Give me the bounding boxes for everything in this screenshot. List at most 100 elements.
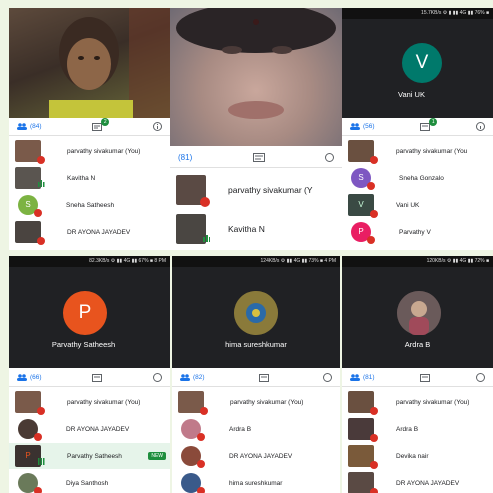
participant-name: DR AYONA JAYADEV: [396, 479, 460, 487]
tab-people[interactable]: (81): [350, 374, 375, 381]
tab-chat[interactable]: [420, 373, 431, 382]
tab-chat[interactable]: [258, 373, 269, 382]
audio-bars-icon: [38, 180, 45, 187]
list-item[interactable]: DR AYONA JAYADEV: [9, 416, 170, 442]
list-item[interactable]: V Vani UK: [342, 192, 493, 218]
list-item[interactable]: parvathy sivakumar (You): [9, 389, 170, 415]
list-item[interactable]: Ardra B: [172, 416, 340, 442]
people-icon: [350, 374, 360, 381]
tab-chat[interactable]: 2: [92, 117, 110, 131]
chat-badge: 2: [101, 117, 110, 126]
tab-chat[interactable]: [92, 373, 103, 382]
participant-video[interactable]: [9, 8, 170, 118]
people-icon: [180, 374, 190, 381]
avatar: P: [63, 291, 107, 335]
list-item[interactable]: Ardra B: [342, 416, 493, 442]
chat-icon: [92, 373, 103, 382]
list-item[interactable]: S Sneha Gonzalo: [342, 165, 493, 191]
mic-off-icon: [200, 197, 210, 207]
tab-info[interactable]: [153, 373, 162, 382]
participant-video[interactable]: 120KB/s ⚙ ▮▮ 4G ▮▮ 72% ■ Ardra B: [342, 256, 493, 368]
audio-bars-icon: [203, 235, 210, 242]
list-item[interactable]: parvathy sivakumar (You): [172, 389, 340, 415]
chat-icon: [420, 373, 431, 382]
avatar: [181, 473, 205, 493]
list-item[interactable]: Devika nair: [342, 443, 493, 469]
participant-name: Kavitha N: [228, 224, 265, 234]
list-item[interactable]: DR AYONA JAYADEV: [172, 443, 340, 469]
people-icon: [17, 374, 27, 381]
avatar: P: [351, 222, 375, 244]
mic-off-icon: [200, 407, 208, 415]
participant-video[interactable]: 124KB/s ⚙ ▮▮ 4G ▮▮ 73% ■ 4 PM hima sures…: [172, 256, 340, 368]
tab-info[interactable]: [153, 122, 162, 131]
avatar: [348, 140, 378, 164]
participant-video[interactable]: [170, 8, 342, 146]
tab-chat[interactable]: [252, 153, 265, 162]
mic-off-icon: [370, 407, 378, 415]
video-participant-name: hima sureshkumar: [225, 340, 287, 349]
tab-people[interactable]: (81): [178, 153, 192, 162]
avatar: V: [348, 194, 378, 218]
avatar: [348, 418, 378, 442]
list-item[interactable]: hima sureshkumar: [172, 470, 340, 493]
participant-name: Parvathy V: [399, 228, 431, 236]
tab-info[interactable]: [323, 373, 332, 382]
tab-chat[interactable]: 1: [420, 117, 438, 131]
list-item[interactable]: P Parvathy Satheesh NEW: [9, 443, 170, 469]
phone-status-bar: 124KB/s ⚙ ▮▮ 4G ▮▮ 73% ■ 4 PM: [172, 256, 340, 267]
tab-info[interactable]: [324, 153, 334, 162]
tab-info[interactable]: [476, 373, 485, 382]
profile-image: [397, 291, 441, 335]
phone-status-bar: 15.7KB/s ⚙ ▮ ▮▮ 4G ▮▮ 76% ■: [342, 8, 493, 19]
list-item[interactable]: S Sneha Satheesh: [9, 192, 170, 218]
mic-off-icon: [370, 488, 378, 493]
participant-name: Vani UK: [396, 201, 420, 209]
participant-name: parvathy sivakumar (Y: [228, 185, 313, 195]
mic-off-icon: [197, 487, 205, 493]
participant-video[interactable]: 82.3KB/s ⚙ ▮▮ 4G ▮▮ 67% ■ 8 PM P Parvath…: [9, 256, 170, 368]
mic-off-icon: [197, 433, 205, 441]
avatar: [18, 419, 42, 441]
meet-tabbar: (84) 2: [9, 117, 170, 136]
list-item[interactable]: parvathy sivakumar (Y: [170, 173, 342, 207]
mic-off-icon: [367, 236, 375, 244]
list-item[interactable]: parvathy sivakumar (You): [342, 389, 493, 415]
meet-panel-bottom-left: 82.3KB/s ⚙ ▮▮ 4G ▮▮ 67% ■ 8 PM P Parvath…: [9, 256, 170, 493]
phone-status-bar: 82.3KB/s ⚙ ▮▮ 4G ▮▮ 67% ■ 8 PM: [9, 256, 170, 267]
mic-off-icon: [37, 407, 45, 415]
list-item[interactable]: parvathy sivakumar (You: [342, 138, 493, 164]
list-item[interactable]: DR AYONA JAYADEV: [342, 470, 493, 493]
info-icon: [324, 153, 334, 162]
people-icon: [350, 123, 360, 130]
list-item[interactable]: Diya Santhosh: [9, 470, 170, 493]
list-item[interactable]: Kavitha N: [9, 165, 170, 191]
participant-name: Parvathy Satheesh: [67, 452, 122, 460]
participant-name: Diya Santhosh: [66, 479, 109, 487]
meet-tabbar: (81): [170, 148, 342, 168]
avatar: [181, 446, 205, 468]
participant-name: DR AYONA JAYADEV: [66, 425, 130, 433]
participant-name: DR AYONA JAYADEV: [229, 452, 293, 460]
tab-people[interactable]: (84): [17, 123, 42, 130]
meet-panel-bottom-mid: 124KB/s ⚙ ▮▮ 4G ▮▮ 73% ■ 4 PM hima sures…: [172, 256, 340, 493]
audio-bars-icon: [38, 458, 45, 465]
list-item[interactable]: DR AYONA JAYADEV: [9, 219, 170, 245]
meet-tabbar: (56) 1: [342, 117, 493, 136]
avatar: [15, 391, 45, 415]
list-item[interactable]: parvathy sivakumar (You): [9, 138, 170, 164]
tab-info[interactable]: [476, 122, 485, 131]
video-participant-name: Vani UK: [398, 90, 425, 99]
tab-people[interactable]: (56): [350, 123, 375, 130]
new-badge: NEW: [148, 452, 166, 460]
participant-video[interactable]: 15.7KB/s ⚙ ▮ ▮▮ 4G ▮▮ 76% ■ V Vani UK: [342, 8, 493, 118]
avatar: [348, 445, 378, 469]
list-item[interactable]: P Parvathy V: [342, 219, 493, 245]
avatar: [15, 140, 45, 164]
list-item[interactable]: Kavitha N: [170, 212, 342, 246]
mic-off-icon: [370, 461, 378, 469]
tab-people[interactable]: (66): [17, 374, 42, 381]
participant-name: parvathy sivakumar (You): [396, 398, 470, 406]
tab-people[interactable]: (82): [180, 374, 205, 381]
mic-off-icon: [37, 156, 45, 164]
